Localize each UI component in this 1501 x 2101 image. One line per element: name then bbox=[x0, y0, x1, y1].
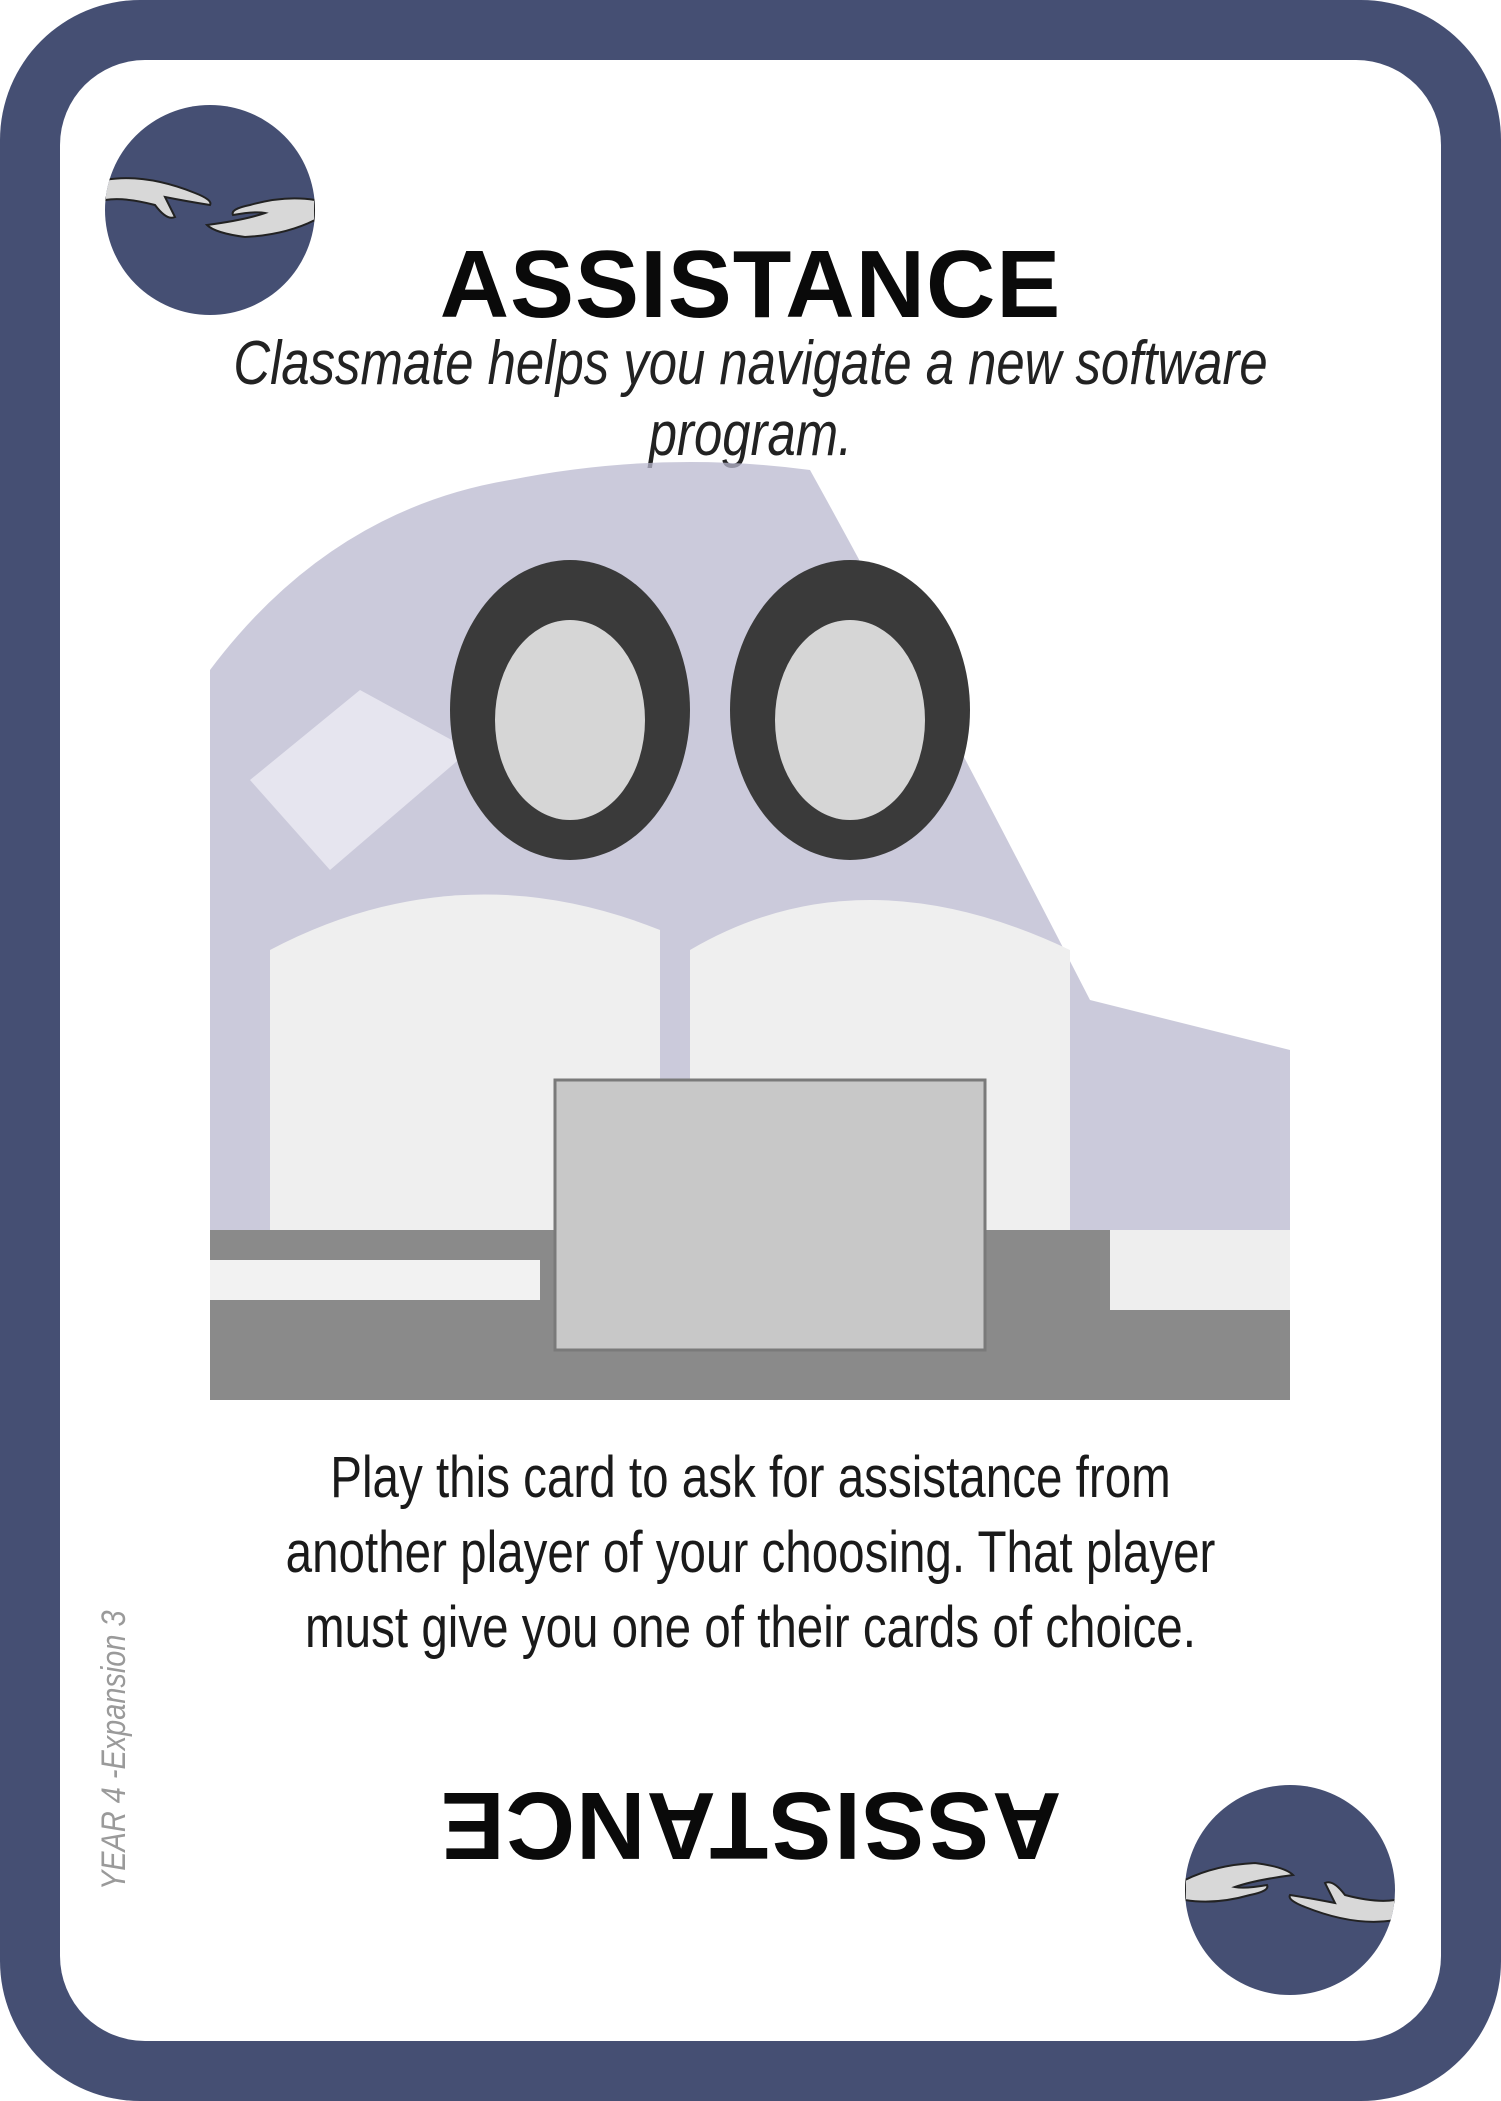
card-title: ASSISTANCE bbox=[439, 231, 1062, 338]
edition-label: YEAR 4 -Expansion 3 bbox=[95, 1610, 133, 1890]
card-subtitle: Classmate helps you navigate a new softw… bbox=[233, 329, 1268, 469]
reaching-hands-icon bbox=[1185, 1785, 1395, 1995]
card-rules-text: Play this card to ask for assistance fro… bbox=[285, 1445, 1216, 1660]
students-laptop-image bbox=[210, 462, 1290, 1400]
